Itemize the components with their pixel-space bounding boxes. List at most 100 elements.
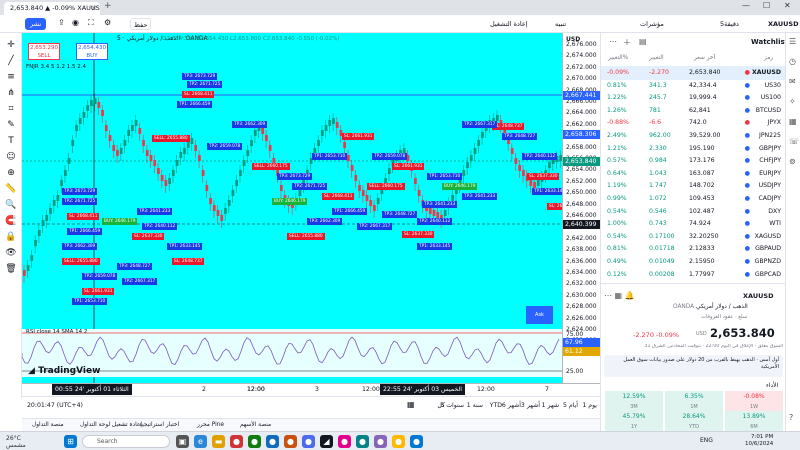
watchlist-row[interactable]: GBPAUD 2.12833 0.01718 0.81% ● (601, 242, 786, 256)
watchlist-row[interactable]: XAGUSD 32.20250 0.17100 0.54% ● (601, 230, 786, 244)
bottom-tab[interactable]: اختبار استراتيجية (139, 422, 179, 428)
watchlist-row[interactable]: US30 42,334.4 341.3 0.81% ● (601, 79, 786, 93)
range-button[interactable]: YTD (490, 402, 502, 409)
app-icon[interactable]: ● (248, 435, 261, 448)
camera-icon[interactable]: ◉ (72, 17, 79, 29)
chart-pane[interactable]: الذهب / دولار أمريكي · 5 · OANDA O2,654.… (22, 33, 562, 383)
lightbulb-icon[interactable]: ✧ (789, 97, 796, 106)
range-button[interactable]: 6 أشهر (502, 402, 521, 409)
comment-icon[interactable]: ☏ (789, 137, 799, 146)
column-last[interactable]: آخر سعر (694, 55, 715, 61)
watchlist-title[interactable]: Watchlist (751, 38, 788, 46)
alert-button[interactable]: تنبيه (555, 18, 566, 30)
ruler-icon[interactable]: 📏 (4, 183, 18, 195)
more-icon[interactable]: ⋯ (604, 291, 612, 300)
weather-widget[interactable]: 26°C مشمس (6, 435, 26, 449)
column-change[interactable]: التغيير (649, 55, 664, 61)
layout-icon[interactable]: ▤ (639, 37, 647, 46)
pattern-icon[interactable]: ⌗ (4, 103, 18, 115)
watchlist-row[interactable]: GBPCAD 1.77997 0.00208 0.12% ● (601, 268, 786, 282)
start-icon[interactable]: ⊞ (64, 435, 77, 448)
tradingview-icon[interactable]: ◢ (320, 435, 333, 448)
time-axis[interactable]: 12:00 2 12:00 3 12:00 12:00 7 الثلاثاء 0… (22, 383, 600, 395)
app-icon[interactable]: ● (356, 435, 369, 448)
watchlist-row[interactable]: JPN225 39,529.00 962.00 2.49% ● (601, 129, 786, 143)
fullscreen-icon[interactable]: ⛶ (88, 17, 94, 29)
bottom-tab[interactable]: منصة التداول (32, 422, 64, 428)
bottom-tab[interactable]: إعادة تشغيل لوحة التداول (80, 422, 142, 428)
watchlist-row[interactable]: USDJPY 148.702 1.747 1.19% ● (601, 179, 786, 193)
brush-icon[interactable]: ✎ (4, 119, 18, 131)
watchlist-row[interactable]: JPYX 742.0 -6.6 -0.88% ● (601, 116, 786, 130)
watchlist-row[interactable]: WTI 74.924 0.743 1.00% ● (601, 217, 786, 231)
range-button[interactable]: 1 سنة (467, 402, 483, 409)
taskbar-search[interactable]: Search (82, 435, 170, 448)
help-icon[interactable]: ? (789, 413, 793, 422)
watchlist-row[interactable]: BTCUSD 62,841 781 1.26% ● (601, 104, 786, 118)
detail-symbol[interactable]: XAUUSD (743, 292, 773, 300)
watchlist-row[interactable]: XAUUSD 2,653.840 -2.270 -0.09% ● (601, 66, 786, 80)
share-button[interactable]: نشر (25, 18, 47, 30)
app-icon[interactable]: ● (284, 435, 297, 448)
replay-button[interactable]: إعادة التشغيل (490, 18, 528, 30)
pitchfork-icon[interactable]: ⋔ (4, 87, 18, 99)
column-symbol[interactable]: رمز (764, 55, 773, 61)
watchlist-row[interactable]: CADJPY 109.453 1.072 0.99% ● (601, 192, 786, 206)
timezone-clock[interactable]: 20:01:47 (UTC+4) (27, 402, 83, 409)
app-icon[interactable]: ● (410, 435, 423, 448)
measure-icon[interactable]: ⊕ (4, 167, 18, 179)
app-icon[interactable]: ● (374, 435, 387, 448)
range-button[interactable]: 3 أشهر (521, 402, 540, 409)
watchlist-row[interactable]: CHFJPY 173.176 0.984 0.57% ● (601, 154, 786, 168)
watchlist-row[interactable]: GBPJPY 195.190 2.330 1.21% ● (601, 142, 786, 156)
new-tab-button[interactable]: + (104, 1, 112, 11)
interval-selector[interactable]: 5دقيقة (720, 18, 739, 30)
column-change-pct[interactable]: التغيير% (608, 55, 628, 61)
watchlist-row[interactable]: US100 19,999.4 245.7 1.22% ● (601, 91, 786, 105)
close-window-icon[interactable]: ✕ (784, 1, 791, 10)
range-button[interactable]: 1 شهر (542, 402, 559, 409)
app-icon[interactable]: ● (392, 435, 405, 448)
language-indicator[interactable]: ENG (700, 437, 713, 444)
upload-icon[interactable]: ⇪ (58, 17, 65, 29)
crosshair-icon[interactable]: ✛ (4, 39, 18, 51)
clock-icon[interactable]: ◷ (789, 57, 796, 66)
range-button[interactable]: كل (437, 402, 445, 409)
browser-tab[interactable]: 2,653.840 ▲ -0.09% XAUUSD × (4, 2, 100, 15)
more-icon[interactable]: ⋯ (609, 37, 617, 46)
grid-icon[interactable]: ▦ (615, 291, 623, 300)
news-item[interactable]: أول أمس · الذهب يهبط بالقرب من 20 دولار … (604, 355, 783, 377)
bottom-tab[interactable]: محرر Pine (197, 422, 224, 428)
app-icon[interactable]: ● (338, 435, 351, 448)
settings-icon[interactable]: ⚙ (104, 17, 111, 29)
watchlist-row[interactable]: GBPNZD 2.15950 0.01049 0.49% ● (601, 255, 786, 269)
bell-icon[interactable]: 🔔 (625, 291, 635, 300)
broadcast-icon[interactable]: ⊚ (789, 157, 796, 166)
app-icon[interactable]: ● (302, 435, 315, 448)
calendar-icon[interactable]: ▦ (407, 400, 415, 409)
calendar-icon[interactable]: ▦ (789, 117, 797, 126)
zoom-icon[interactable]: 🔍 (4, 199, 18, 211)
edge-icon[interactable]: e (194, 435, 207, 448)
folder-icon[interactable]: ▬ (212, 435, 225, 448)
chat-icon[interactable]: ✉ (789, 77, 796, 86)
app-icon[interactable]: ● (230, 435, 243, 448)
emoji-icon[interactable]: ☺ (4, 151, 18, 163)
save-button[interactable]: حفظ (130, 18, 152, 30)
fib-icon[interactable]: ≡ (4, 71, 18, 83)
watchlist-icon[interactable]: ☰ (789, 37, 796, 46)
trendline-icon[interactable]: ╱ (4, 55, 18, 67)
minimize-icon[interactable]: — (742, 1, 750, 10)
range-button[interactable]: أيام 5 (563, 402, 578, 409)
watchlist-row[interactable]: DXY 102.487 0.546 0.54% ● (601, 205, 786, 219)
magnet-icon[interactable]: 🧲 (4, 215, 18, 227)
app-icon[interactable]: ● (266, 435, 279, 448)
watchlist-row[interactable]: EURJPY 163.087 1.043 0.64% ● (601, 167, 786, 181)
add-symbol-icon[interactable]: ＋ (623, 37, 631, 48)
system-clock[interactable]: 7:01 PM 10/6/2024 (745, 434, 773, 448)
range-button[interactable]: يوم 1 (582, 402, 597, 409)
price-axis[interactable]: USD 2,676.000 2,674.000 2,672.000 2,670.000… (562, 33, 600, 383)
text-icon[interactable]: T (4, 135, 18, 147)
lock-icon[interactable]: 🔒 (4, 231, 18, 243)
task-view-icon[interactable]: ▣ (176, 435, 189, 448)
